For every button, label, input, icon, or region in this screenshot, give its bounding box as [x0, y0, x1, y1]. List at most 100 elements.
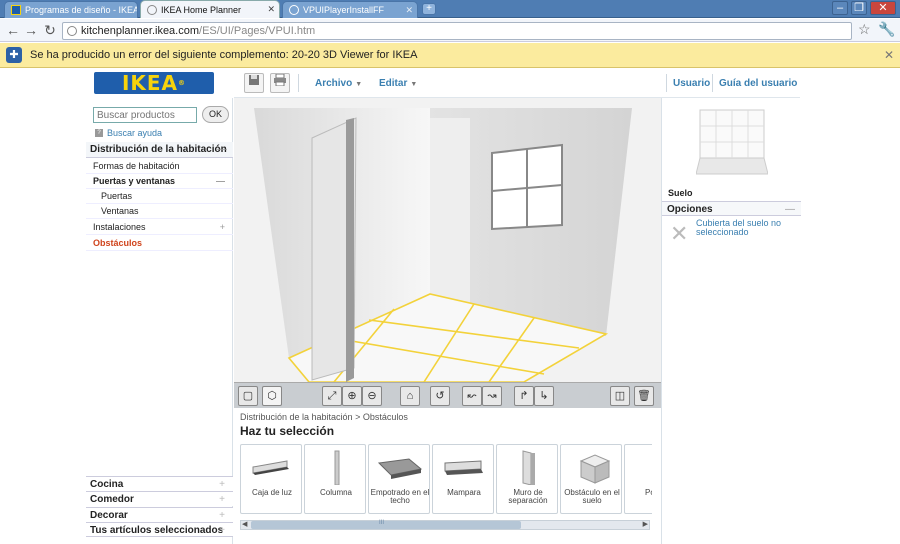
section-selected-items[interactable]: Tus artículos seleccionados +: [86, 522, 233, 537]
address-bar[interactable]: kitchenplanner.ikea.com/ES/UI/Pages/VPUI…: [62, 22, 852, 40]
product-card-column[interactable]: Columna: [304, 444, 366, 514]
section-decorate[interactable]: Decorar +: [86, 507, 233, 522]
puzzle-plugin-icon: ✚: [6, 47, 22, 63]
reload-icon[interactable]: ↻: [41, 22, 59, 40]
scroll-right-icon[interactable]: ▶: [643, 520, 648, 528]
floor-preview: [696, 109, 768, 175]
3d-view-icon[interactable]: ⬡: [262, 386, 282, 406]
cards-scrollbar[interactable]: ◀ III ▶: [240, 520, 650, 530]
room-layout-section[interactable]: Distribución de la habitación —: [86, 142, 233, 158]
tilt-up-icon[interactable]: ↱: [514, 386, 534, 406]
ikea-home-planner: IKEA® Archivo ▼ Editar ▼ Usuario Guía del …: [86, 68, 801, 544]
page-favicon-icon: [289, 5, 299, 15]
options-message[interactable]: Cubierta del suelo no seleccionado: [696, 219, 796, 237]
tilt-down-icon[interactable]: ↳: [534, 386, 554, 406]
tab-label: IKEA Home Planner: [161, 4, 242, 15]
wrench-menu-icon[interactable]: 🔧: [878, 21, 895, 38]
selection-title: Haz tu selección: [240, 424, 335, 438]
zoom-in-icon[interactable]: ⊕: [342, 386, 362, 406]
browser-tab[interactable]: VPUIPlayerInstallFF ✕: [282, 1, 418, 18]
section-dining[interactable]: Comedor +: [86, 491, 233, 506]
archivo-menu[interactable]: Archivo ▼: [315, 78, 362, 89]
screen-icon: [444, 460, 483, 475]
help-label: Buscar ayuda: [107, 128, 163, 138]
sidebar-item-doors[interactable]: Puertas: [86, 189, 233, 204]
search-ok-button[interactable]: OK: [202, 106, 229, 123]
left-panel: OK ? Buscar ayuda Distribución de la hab…: [86, 98, 233, 544]
search-products-input[interactable]: [93, 107, 197, 123]
rotate-left-icon[interactable]: ↜: [462, 386, 482, 406]
collapse-toggle[interactable]: —: [785, 202, 795, 217]
page-icon: [67, 26, 77, 36]
product-card-floor-obstacle[interactable]: Obstáculo en el suelo: [560, 444, 622, 514]
page-favicon-icon: [147, 4, 157, 15]
collapse-toggle[interactable]: —: [217, 142, 227, 158]
close-tab-icon[interactable]: ✕: [405, 5, 413, 16]
editar-menu[interactable]: Editar ▼: [379, 78, 417, 89]
minimize-button[interactable]: –: [832, 1, 848, 15]
back-arrow-icon[interactable]: ←: [4, 22, 22, 40]
sidebar-item-windows[interactable]: Ventanas: [86, 204, 233, 219]
2d-view-icon[interactable]: ▢: [238, 386, 258, 406]
help-link[interactable]: ? Buscar ayuda: [95, 128, 162, 138]
close-window-button[interactable]: ✕: [870, 1, 896, 15]
expand-toggle[interactable]: +: [219, 477, 225, 492]
floor-label: Suelo: [668, 188, 693, 198]
sidebar-item-doors-windows[interactable]: Puertas y ventanas —: [86, 174, 233, 189]
forward-arrow-icon[interactable]: →: [22, 22, 40, 40]
right-panel: Suelo Opciones — ✕ Cubierta del suelo no…: [661, 98, 801, 544]
window: [491, 143, 563, 231]
room-render: [234, 98, 661, 382]
divider: [298, 74, 299, 92]
collapse-toggle[interactable]: —: [216, 174, 225, 189]
bookmark-star-icon[interactable]: ☆: [858, 21, 871, 38]
close-tab-icon[interactable]: ✕: [267, 4, 275, 15]
rotate-view-icon[interactable]: ↺: [430, 386, 450, 406]
sidebar-item-installations[interactable]: Instalaciones +: [86, 220, 233, 235]
tab-label: VPUIPlayerInstallFF: [303, 5, 385, 15]
breadcrumb: Distribución de la habitación > Obstácul…: [240, 412, 408, 422]
product-card-light-box[interactable]: Caja de luz: [240, 444, 302, 514]
rotate-right-icon[interactable]: ↝: [482, 386, 502, 406]
3d-room-view[interactable]: [234, 98, 661, 382]
divider: [666, 74, 667, 92]
browser-tab-bar: Programas de diseño - IKEA ✕ IKEA Home P…: [0, 0, 900, 18]
product-card-ceiling-recess[interactable]: Empotrado en el techo: [368, 444, 430, 514]
scroll-left-icon[interactable]: ◀: [242, 520, 247, 528]
maximize-button[interactable]: ❐: [851, 1, 867, 15]
app-top-nav: Archivo ▼ Editar ▼ Usuario Guía del usuari…: [234, 68, 800, 98]
product-card-screen[interactable]: Mampara: [432, 444, 494, 514]
wall-view-icon[interactable]: ◫: [610, 386, 630, 406]
options-title: Opciones: [667, 204, 713, 215]
save-icon[interactable]: [244, 73, 264, 93]
delete-trash-icon[interactable]: 🗑: [634, 386, 654, 406]
infobar-message: Se ha producido un error del siguiente c…: [30, 49, 418, 61]
expand-toggle[interactable]: +: [220, 220, 225, 235]
close-infobar-icon[interactable]: ✕: [884, 48, 894, 62]
home-view-icon[interactable]: ⌂: [400, 386, 420, 406]
user-guide-link[interactable]: Guía del usuario: [719, 78, 797, 89]
tab-label: Programas de diseño - IKEA: [25, 5, 138, 15]
zoom-out-icon[interactable]: ⊖: [362, 386, 382, 406]
browser-tab-active[interactable]: IKEA Home Planner ✕: [140, 0, 280, 18]
zoom-fit-icon[interactable]: ⤢: [322, 386, 342, 406]
scroll-grip: III: [379, 520, 385, 526]
column-icon: [334, 450, 340, 485]
product-card-partition-wall[interactable]: Muro de separación: [496, 444, 558, 514]
expand-toggle[interactable]: +: [219, 492, 225, 507]
new-tab-button[interactable]: +: [422, 3, 436, 15]
browser-tab[interactable]: Programas de diseño - IKEA ✕: [4, 1, 138, 18]
usuario-link[interactable]: Usuario: [673, 78, 710, 89]
scroll-thumb[interactable]: III: [251, 520, 521, 529]
wall-pillar: [430, 118, 470, 312]
print-icon[interactable]: [270, 73, 290, 93]
product-card-partial[interactable]: Po: [624, 444, 652, 514]
floor-obstacle-icon: [579, 454, 611, 484]
expand-toggle[interactable]: +: [219, 508, 225, 523]
sidebar-item-room-shapes[interactable]: Formas de habitación: [86, 159, 233, 174]
expand-toggle[interactable]: +: [219, 523, 225, 538]
sidebar-item-obstacles[interactable]: Obstáculos: [86, 236, 233, 251]
options-header[interactable]: Opciones —: [662, 201, 801, 216]
ikea-logo: IKEA®: [94, 72, 214, 94]
section-kitchen[interactable]: Cocina +: [86, 476, 233, 491]
